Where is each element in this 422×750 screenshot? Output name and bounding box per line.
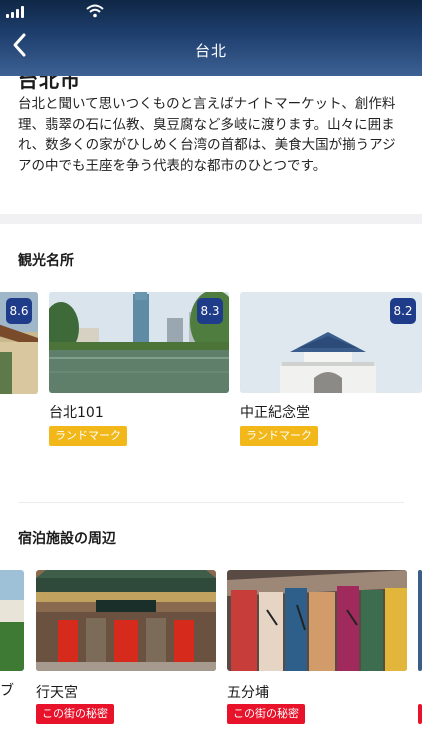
landmark-tag: ランドマーク — [49, 426, 127, 446]
nearby-card[interactable]: ブ — [0, 570, 24, 730]
nearby-card-name: 行天宮 — [36, 685, 78, 701]
sightseeing-card[interactable]: 8.6 — [0, 292, 38, 394]
nearby-card-image — [227, 570, 407, 671]
rating-badge: 8.3 — [197, 298, 223, 324]
sightseeing-card-name: 台北101 — [49, 405, 104, 421]
app-header: 台北 — [0, 0, 422, 76]
nearby-card[interactable]: 行天宮 この街の秘密 — [36, 570, 216, 730]
section-divider — [0, 214, 422, 224]
secret-tag — [418, 704, 422, 724]
rating-badge: 8.6 — [6, 298, 32, 324]
secret-tag: この街の秘密 — [227, 704, 305, 724]
cellular-signal-icon — [6, 6, 28, 18]
sightseeing-card[interactable]: 8.2 中正紀念堂 ランドマーク — [240, 292, 422, 452]
nearby-card-image — [0, 570, 24, 671]
nearby-card-image — [36, 570, 216, 671]
city-description: 台北と聞いて思いつくものと言えばナイトマーケット、創作料理、翡翠の石に仏教、臭豆… — [18, 96, 396, 174]
sightseeing-section-title: 観光名所 — [18, 253, 74, 269]
page-title: 台北 — [194, 42, 227, 60]
sightseeing-card[interactable]: 8.3 台北101 ランドマーク — [49, 292, 229, 452]
section-divider-line — [18, 502, 404, 503]
nearby-card[interactable] — [418, 570, 422, 730]
landmark-tag: ランドマーク — [240, 426, 318, 446]
status-bar — [0, 0, 422, 22]
secret-tag: この街の秘密 — [36, 704, 114, 724]
nearby-card-name: ブ — [0, 683, 14, 699]
nearby-card-name: 五分埔 — [227, 685, 269, 701]
nearby-card[interactable]: 五分埔 この街の秘密 — [227, 570, 407, 730]
nearby-card-image — [418, 570, 422, 671]
sightseeing-card-name: 中正紀念堂 — [240, 405, 310, 421]
rating-badge: 8.2 — [390, 298, 416, 324]
wifi-icon — [86, 4, 104, 18]
nearby-section-title: 宿泊施設の周辺 — [18, 531, 116, 547]
